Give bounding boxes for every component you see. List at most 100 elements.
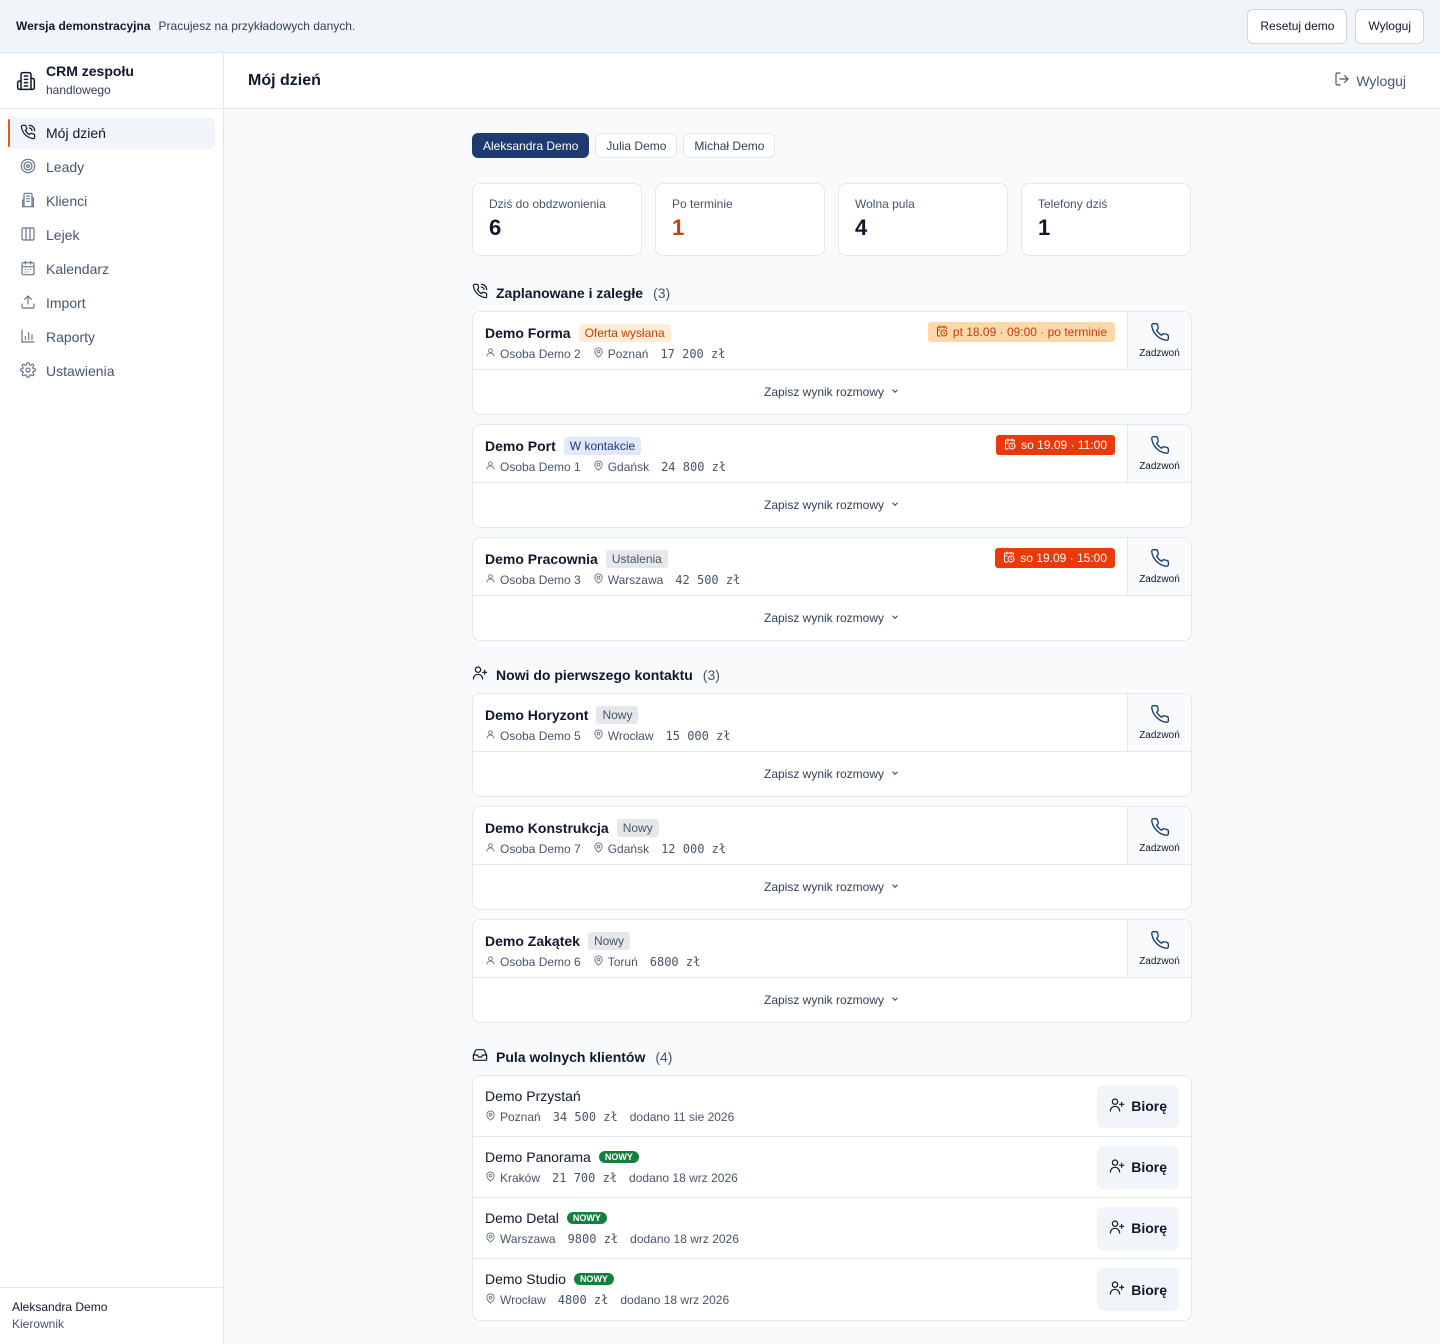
call-button[interactable]: Zadzwoń — [1127, 920, 1191, 977]
calendar-clock-icon — [1003, 551, 1015, 566]
client-name[interactable]: Demo Studio — [485, 1271, 566, 1287]
stat-card-calls-today: Telefony dziś 1 — [1021, 183, 1191, 256]
save-result-label: Zapisz wynik rozmowy — [763, 498, 885, 512]
section-title: Zaplanowane i zaległe — [496, 284, 644, 301]
user-tab-aleksandra[interactable]: Aleksandra Demo — [472, 133, 590, 158]
header-logout-button[interactable]: Wyloguj — [1334, 71, 1406, 90]
user-plus-icon — [1109, 1219, 1125, 1238]
client-name[interactable]: Demo Panorama — [485, 1149, 591, 1165]
target-icon — [20, 158, 36, 177]
user-tab-michal[interactable]: Michał Demo — [683, 133, 776, 158]
lead-name[interactable]: Demo Pracownia — [485, 551, 598, 567]
location-icon — [593, 460, 604, 474]
sidebar-item-klienci[interactable]: Klienci — [8, 185, 215, 217]
pool-list: Demo Przystań Poznań 34 500 zł dodano 11… — [472, 1075, 1192, 1321]
location-icon — [485, 1170, 496, 1185]
take-button[interactable]: Biorę — [1097, 1084, 1179, 1128]
stat-value: 6 — [489, 215, 502, 240]
client-name[interactable]: Demo Detal — [485, 1210, 559, 1226]
current-user: Aleksandra Demo Kierownik — [0, 1287, 223, 1344]
user-tab-julia[interactable]: Julia Demo — [595, 133, 678, 158]
save-result-label: Zapisz wynik rozmowy — [763, 993, 885, 1007]
save-result-toggle[interactable]: Zapisz wynik rozmowy — [473, 978, 1191, 1022]
stat-card-to-call: Dziś do obdzwonienia 6 — [472, 183, 642, 256]
deal-amount: 42 500 zł — [675, 573, 741, 587]
city: Wrocław — [607, 729, 654, 743]
due-badge: so 19.09 · 15:00 — [995, 548, 1115, 568]
sidebar-item-raporty[interactable]: Raporty — [8, 321, 215, 353]
added-date: dodano 11 sie 2026 — [629, 1109, 735, 1124]
chevron-down-icon — [890, 611, 900, 625]
take-label: Biorę — [1131, 1159, 1167, 1175]
save-result-toggle[interactable]: Zapisz wynik rozmowy — [473, 865, 1191, 909]
city: Poznań — [500, 1109, 541, 1124]
user-plus-icon — [1109, 1158, 1125, 1177]
call-button[interactable]: Zadzwoń — [1127, 694, 1191, 751]
sidebar-item-label: Lejek — [46, 227, 80, 243]
deal-amount: 12 000 zł — [661, 842, 727, 856]
contact-person: Osoba Demo 3 — [500, 573, 581, 587]
lead-name[interactable]: Demo Horyzont — [485, 707, 588, 723]
columns-icon — [20, 226, 36, 245]
location-icon — [485, 1293, 496, 1307]
reset-demo-button[interactable]: Resetuj demo — [1247, 8, 1348, 44]
lead-name[interactable]: Demo Forma — [485, 325, 571, 341]
take-button[interactable]: Biorę — [1097, 1268, 1179, 1311]
sidebar-item-import[interactable]: Import — [8, 287, 215, 319]
sidebar: CRM zespołu handlowego Mój dzień Leady K… — [0, 53, 224, 1344]
demo-logout-button[interactable]: Wyloguj — [1355, 8, 1424, 44]
save-result-toggle[interactable]: Zapisz wynik rozmowy — [473, 752, 1191, 796]
due-text: pt 18.09 · 09:00 · po terminie — [952, 325, 1107, 339]
deal-amount: 4800 zł — [557, 1293, 609, 1307]
take-button[interactable]: Biorę — [1097, 1145, 1179, 1189]
lead-name[interactable]: Demo Konstrukcja — [485, 820, 609, 836]
client-name[interactable]: Demo Przystań — [485, 1088, 581, 1104]
phone-icon — [1150, 817, 1170, 840]
stat-label: Telefony dziś — [1038, 197, 1108, 211]
deal-amount: 24 800 zł — [661, 460, 727, 474]
calendar-icon — [20, 260, 36, 279]
chevron-down-icon — [890, 498, 900, 512]
deal-amount: 9800 zł — [567, 1231, 619, 1246]
brand: CRM zespołu handlowego — [0, 53, 223, 109]
stat-value: 1 — [1038, 215, 1051, 240]
save-result-toggle[interactable]: Zapisz wynik rozmowy — [473, 596, 1191, 640]
sidebar-item-leady[interactable]: Leady — [8, 151, 215, 183]
contact-person: Osoba Demo 6 — [500, 955, 581, 969]
sidebar-item-lejek[interactable]: Lejek — [8, 219, 215, 251]
sidebar-item-kalendarz[interactable]: Kalendarz — [8, 253, 215, 285]
save-result-label: Zapisz wynik rozmowy — [763, 611, 885, 625]
sidebar-item-moj-dzien[interactable]: Mój dzień — [8, 117, 215, 149]
section-pool-header: Pula wolnych klientów (4) — [472, 1048, 1192, 1065]
user-plus-icon — [472, 665, 488, 684]
added-date: dodano 18 wrz 2026 — [630, 1231, 739, 1246]
building-icon — [20, 192, 36, 211]
page-header: Mój dzień Wyloguj — [224, 53, 1440, 109]
take-button[interactable]: Biorę — [1097, 1206, 1179, 1250]
save-result-label: Zapisz wynik rozmowy — [763, 385, 885, 399]
stat-label: Po terminie — [672, 197, 733, 211]
lead-card: Demo Port W kontakcie Osoba Demo 1 Gdańs… — [472, 424, 1192, 528]
call-label: Zadzwoń — [1139, 461, 1180, 472]
save-result-toggle[interactable]: Zapisz wynik rozmowy — [473, 370, 1191, 414]
sidebar-item-ustawienia[interactable]: Ustawienia — [8, 355, 215, 387]
call-button[interactable]: Zadzwoń — [1127, 312, 1191, 369]
call-button[interactable]: Zadzwoń — [1127, 425, 1191, 482]
take-label: Biorę — [1131, 1281, 1167, 1298]
new-badge: NOWY — [566, 1211, 607, 1224]
sidebar-item-label: Klienci — [46, 193, 88, 209]
city: Poznań — [607, 347, 649, 361]
user-name: Aleksandra Demo — [12, 1300, 108, 1314]
due-text: so 19.09 · 15:00 — [1020, 551, 1107, 565]
person-icon — [485, 955, 496, 969]
save-result-toggle[interactable]: Zapisz wynik rozmowy — [473, 483, 1191, 527]
location-icon — [593, 573, 604, 587]
person-icon — [485, 842, 496, 856]
call-button[interactable]: Zadzwoń — [1127, 807, 1191, 864]
calendar-clock-icon — [936, 325, 948, 340]
gear-icon — [20, 361, 36, 381]
sidebar-item-label: Ustawienia — [46, 363, 115, 379]
lead-name[interactable]: Demo Zakątek — [485, 933, 580, 949]
call-button[interactable]: Zadzwoń — [1127, 538, 1191, 595]
lead-name[interactable]: Demo Port — [485, 438, 556, 454]
